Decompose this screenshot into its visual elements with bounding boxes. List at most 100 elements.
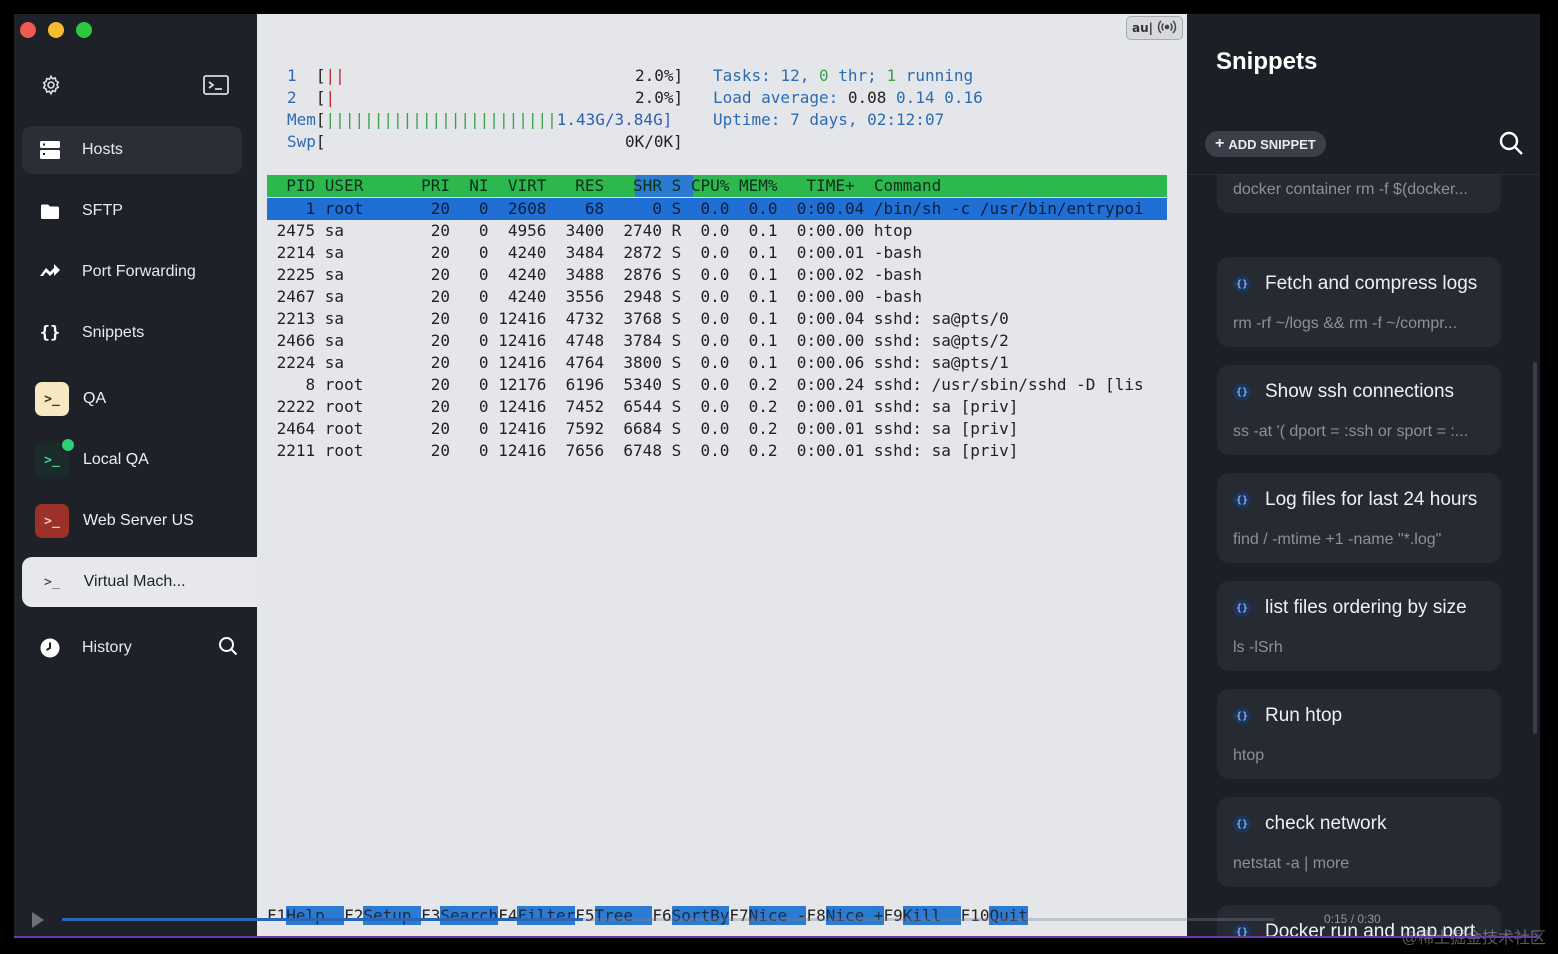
- online-status-dot: [60, 437, 76, 453]
- process-row[interactable]: 2214 sa 20 0 4240 3484 2872 S 0.0 0.1 0:…: [267, 242, 922, 264]
- fkey-f10[interactable]: F10: [961, 906, 990, 925]
- process-row[interactable]: 2224 sa 20 0 12416 4764 3800 S 0.0 0.1 0…: [267, 352, 1009, 374]
- host-label: QA: [83, 390, 107, 407]
- fkey-label[interactable]: Nice -: [748, 906, 807, 925]
- terminal-view[interactable]: au| 1 [|| 2.0%] 2 [| 2.0%] Mem[|||||||||…: [257, 14, 1187, 938]
- snippet-command: find / -mtime +1 -name "*.log": [1233, 531, 1442, 548]
- fkey-f9[interactable]: F9: [884, 906, 903, 925]
- cpu2-meter: 2 [|: [287, 88, 336, 107]
- fkey-f3[interactable]: F3: [421, 906, 440, 925]
- process-row[interactable]: 2225 sa 20 0 4240 3488 2876 S 0.0 0.1 0:…: [267, 264, 922, 286]
- snippet-card[interactable]: {} Fetch and compress logs rm -rf ~/logs &…: [1217, 257, 1501, 347]
- snippet-card[interactable]: {} Log files for last 24 hours find / -mti…: [1217, 473, 1501, 563]
- snippet-card[interactable]: {} check network netstat -a | more: [1217, 797, 1501, 887]
- fkey-label[interactable]: Setup: [363, 906, 422, 925]
- sidebar-item-label: Snippets: [82, 324, 145, 341]
- host-label: Web Server US: [83, 512, 194, 529]
- scrollbar[interactable]: [1533, 362, 1537, 734]
- process-row[interactable]: 8 root 20 0 12176 6196 5340 S 0.0 0.2 0:…: [267, 374, 1144, 396]
- host-label: Local QA: [83, 451, 149, 468]
- cpu1-percent: 2.0%]: [635, 66, 684, 85]
- snippet-card[interactable]: {}Delete all running and s...docker cont…: [1217, 175, 1501, 213]
- tasks-info: Tasks: 12, 0 thr; 1 running: [713, 66, 974, 85]
- sidebar: Hosts SFTP Port Forwarding {} Snippets >…: [14, 14, 257, 938]
- gear-icon[interactable]: [40, 74, 62, 101]
- host-item-qa[interactable]: >_ QA: [22, 375, 242, 423]
- process-row[interactable]: 2464 root 20 0 12416 7592 6684 S 0.0 0.2…: [267, 418, 1019, 440]
- snippet-title-row: {} Run htop: [1233, 705, 1342, 727]
- sidebar-item-snippets[interactable]: {} Snippets: [22, 309, 242, 357]
- fkey-f4[interactable]: F4: [498, 906, 517, 925]
- cpu1-meter: 1 [||: [287, 66, 345, 85]
- snippet-icon: {}: [1233, 491, 1251, 509]
- process-row[interactable]: 1 root 20 0 2608 68 0 S 0.0 0.0 0:00.04 …: [267, 198, 1144, 220]
- sidebar-top-icons: [40, 74, 229, 101]
- maximize-window-button[interactable]: [76, 22, 92, 38]
- snippet-icon: {}: [1233, 275, 1251, 293]
- snippet-title: Run htop: [1265, 705, 1343, 726]
- sidebar-item-label: History: [82, 639, 132, 656]
- load-average: Load average: 0.08 0.14 0.16: [713, 88, 983, 107]
- snippet-list[interactable]: {}Delete all running and s...docker cont…: [1187, 175, 1540, 938]
- search-icon[interactable]: [218, 636, 238, 661]
- fkey-label[interactable]: Quit: [989, 906, 1028, 925]
- host-item-virtual-machine-active[interactable]: >_ Virtual Mach...: [22, 557, 257, 607]
- hosts-icon: [30, 141, 70, 159]
- snippet-icon: {}: [1233, 383, 1251, 401]
- terminal-prompt-icon: >_: [44, 574, 60, 590]
- sidebar-item-history[interactable]: History: [22, 624, 238, 672]
- search-icon[interactable]: [1498, 130, 1524, 161]
- snippet-card[interactable]: {} list files ordering by size ls -lSrh: [1217, 581, 1501, 671]
- host-label: Virtual Mach...: [83, 573, 186, 590]
- snippet-title-row: {} list files ordering by size: [1233, 597, 1467, 619]
- snippet-card[interactable]: {} Show ssh connections ss -at '( dport = …: [1217, 365, 1501, 455]
- broadcast-icon: [1157, 19, 1177, 37]
- fkey-label[interactable]: Help: [286, 906, 345, 925]
- fkey-label[interactable]: Nice +: [825, 906, 884, 925]
- add-snippet-button[interactable]: + ADD SNIPPET: [1205, 131, 1326, 157]
- clock-icon: [30, 638, 70, 658]
- host-badge: >_: [35, 504, 69, 538]
- sidebar-item-port-forwarding[interactable]: Port Forwarding: [22, 248, 242, 296]
- braces-icon: {}: [39, 323, 61, 343]
- fkey-label[interactable]: Search: [440, 906, 499, 925]
- snippet-card[interactable]: {} Run htop htop: [1217, 689, 1501, 779]
- snippet-command: ls -lSrh: [1233, 639, 1283, 656]
- process-row[interactable]: 2211 root 20 0 12416 7656 6748 S 0.0 0.2…: [267, 440, 1019, 462]
- folder-icon: [30, 204, 70, 219]
- snippet-title-row: {} Log files for last 24 hours: [1233, 489, 1477, 511]
- process-row[interactable]: 2467 sa 20 0 4240 3556 2948 S 0.0 0.1 0:…: [267, 286, 922, 308]
- process-row[interactable]: 2213 sa 20 0 12416 4732 3768 S 0.0 0.1 0…: [267, 308, 1009, 330]
- fkey-f8[interactable]: F8: [806, 906, 825, 925]
- uptime: Uptime: 7 days, 02:12:07: [713, 110, 945, 129]
- sidebar-item-hosts[interactable]: Hosts: [22, 126, 242, 174]
- terminal-status-badge[interactable]: au|: [1125, 16, 1183, 40]
- snippet-icon: {}: [1233, 815, 1251, 833]
- close-window-button[interactable]: [20, 22, 36, 38]
- sidebar-item-sftp[interactable]: SFTP: [22, 187, 242, 235]
- fkey-label[interactable]: Tree: [594, 906, 653, 925]
- fkey-f2[interactable]: F2: [344, 906, 363, 925]
- snippet-command: docker container rm -f $(docker...: [1233, 181, 1468, 198]
- fkey-f1[interactable]: F1: [267, 906, 286, 925]
- minimize-window-button[interactable]: [48, 22, 64, 38]
- function-key-bar: F1Help F2Setup F3SearchF4FilterF5Tree F6…: [267, 905, 1167, 927]
- process-table-header[interactable]: PID USER PRI NI VIRT RES SHR S CPU% MEM%…: [267, 175, 941, 197]
- host-item-local-qa[interactable]: >_ Local QA: [22, 436, 242, 484]
- host-badge-text: >_: [44, 452, 60, 468]
- fkey-f6[interactable]: F6: [652, 906, 671, 925]
- fkey-f5[interactable]: F5: [575, 906, 594, 925]
- fkey-label[interactable]: Filter: [517, 906, 576, 925]
- fkey-label[interactable]: Kill: [902, 906, 961, 925]
- process-row[interactable]: 2466 sa 20 0 12416 4748 3784 S 0.0 0.1 0…: [267, 330, 1009, 352]
- app-window: Hosts SFTP Port Forwarding {} Snippets >…: [14, 14, 1540, 938]
- process-row[interactable]: 2222 root 20 0 12416 7452 6544 S 0.0 0.2…: [267, 396, 1019, 418]
- terminal-icon[interactable]: [203, 75, 229, 100]
- process-row[interactable]: 2475 sa 20 0 4956 3400 2740 R 0.0 0.1 0:…: [267, 220, 913, 242]
- host-item-web-server-us[interactable]: >_ Web Server US: [22, 497, 242, 545]
- snippet-title: Log files for last 24 hours: [1265, 489, 1478, 510]
- snippets-panel: Snippets + ADD SNIPPET {}Delete all runn…: [1187, 14, 1540, 938]
- snippet-title: Show ssh connections: [1265, 381, 1455, 402]
- fkey-label[interactable]: SortBy: [671, 906, 730, 925]
- fkey-f7[interactable]: F7: [729, 906, 748, 925]
